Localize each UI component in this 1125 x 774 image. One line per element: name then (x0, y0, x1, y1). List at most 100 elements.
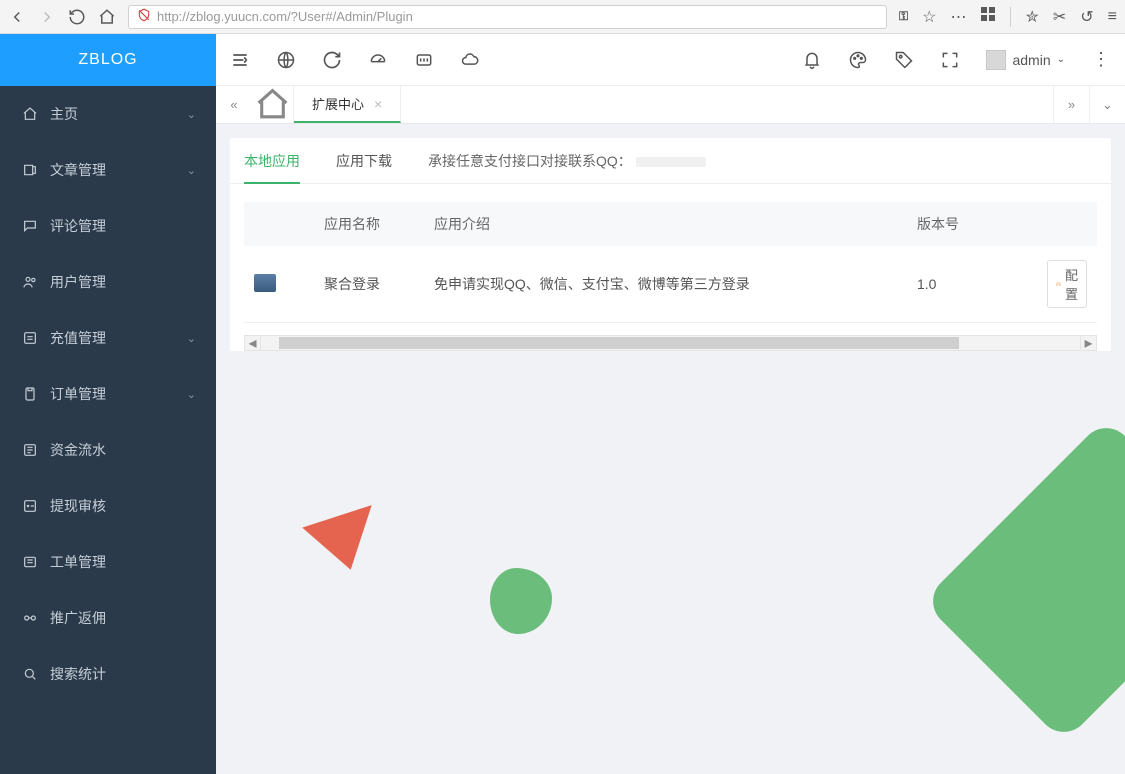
sidebar-item-label: 评论管理 (50, 216, 106, 236)
sidebar-item-2[interactable]: 评论管理 (0, 198, 216, 254)
fullscreen-icon[interactable] (940, 50, 960, 70)
sidebar-item-label: 文章管理 (50, 160, 106, 180)
scrollbar-thumb[interactable] (279, 337, 959, 349)
sidebar-item-8[interactable]: 工单管理 (0, 534, 216, 590)
browser-right-icons: ⚿ ☆ ⋯ ✮ ✂ ↺ ≡ (899, 6, 1117, 27)
sidebar-item-label: 资金流水 (50, 440, 106, 460)
sidebar-item-icon (22, 162, 38, 178)
scroll-left-icon[interactable]: ◂ (245, 336, 261, 350)
sidebar-item-label: 充值管理 (50, 328, 106, 348)
notice-text: 承接任意支付接口对接联系QQ： (428, 151, 706, 171)
sidebar-item-icon (22, 554, 38, 570)
sidebar-item-7[interactable]: 提现审核 (0, 478, 216, 534)
chevron-down-icon: ⌄ (1057, 54, 1065, 65)
sidebar-item-label: 搜索统计 (50, 664, 106, 684)
inner-tab-download[interactable]: 应用下载 (336, 138, 392, 183)
tabs-scroll-left[interactable]: « (216, 86, 252, 123)
home-icon[interactable] (98, 8, 116, 26)
sidebar-item-0[interactable]: 主页⌄ (0, 86, 216, 142)
sidebar-item-icon (22, 386, 38, 402)
cell-desc: 免申请实现QQ、微信、支付宝、微博等第三方登录 (424, 246, 907, 323)
sidebar-item-icon (22, 218, 38, 234)
th-name: 应用名称 (314, 202, 424, 246)
palette-icon[interactable] (848, 50, 868, 70)
user-name: admin (1012, 52, 1050, 68)
horizontal-scrollbar[interactable]: ◂ ▸ (244, 335, 1097, 351)
scissors-icon[interactable]: ✂ (1053, 7, 1066, 27)
forward-icon (38, 8, 56, 26)
sidebar-item-5[interactable]: 订单管理 ⌄ (0, 366, 216, 422)
sidebar-item-label: 提现审核 (50, 496, 106, 516)
inner-tabs: 本地应用 应用下载 承接任意支付接口对接联系QQ： (230, 138, 1111, 184)
bookmark-icon[interactable]: ✮ (1025, 7, 1038, 27)
tabs-dropdown[interactable]: ⌄ (1089, 86, 1125, 123)
scroll-right-icon[interactable]: ▸ (1080, 336, 1096, 350)
card: 本地应用 应用下载 承接任意支付接口对接联系QQ： 应用名称 应用介绍 (230, 138, 1111, 351)
plugin-table: 应用名称 应用介绍 版本号 聚合登录免申请实现QQ、微信、支付宝、微博等第三方登… (244, 202, 1097, 323)
close-icon[interactable]: × (374, 96, 382, 112)
sidebar-item-9[interactable]: 推广返佣 (0, 590, 216, 646)
key-icon[interactable]: ⚿ (899, 9, 908, 24)
tag-icon[interactable] (894, 50, 914, 70)
sidebar-item-label: 订单管理 (50, 384, 106, 404)
reload-icon[interactable] (68, 8, 86, 26)
bell-icon[interactable] (802, 50, 822, 70)
chevron-down-icon: ⌄ (187, 388, 196, 401)
sidebar-item-6[interactable]: 资金流水 (0, 422, 216, 478)
sidebar-item-icon (22, 498, 38, 514)
sidebar-item-10[interactable]: 搜索统计 (0, 646, 216, 702)
table-row: 聚合登录免申请实现QQ、微信、支付宝、微博等第三方登录1.0配置 (244, 246, 1097, 323)
th-desc: 应用介绍 (424, 202, 907, 246)
star-icon[interactable]: ☆ (922, 7, 936, 27)
tabs-scroll-right[interactable]: » (1053, 86, 1089, 123)
th-ver: 版本号 (907, 202, 1037, 246)
apps-icon[interactable] (980, 6, 996, 27)
sidebar: ZBLOG 主页⌄ 文章管理 ⌄ 评论管理用户管理充值管理 ⌄ 订单管理 ⌄ 资金流水提现审核… (0, 34, 216, 774)
undo-icon[interactable]: ↺ (1080, 7, 1093, 27)
back-icon[interactable] (8, 8, 26, 26)
refresh-icon[interactable] (322, 50, 342, 70)
keyboard-icon[interactable] (414, 50, 434, 70)
chevron-down-icon: ⌄ (187, 164, 196, 177)
sidebar-item-label: 用户管理 (50, 272, 106, 292)
tabs-bar: « 扩展中心 × » ⌄ (216, 86, 1125, 124)
browser-toolbar: http://zblog.yuucn.com/?User#/Admin/Plug… (0, 0, 1125, 34)
sidebar-item-icon (22, 610, 38, 626)
sidebar-item-label: 推广返佣 (50, 608, 106, 628)
sidebar-item-1[interactable]: 文章管理 ⌄ (0, 142, 216, 198)
cell-name: 聚合登录 (314, 246, 424, 323)
collapse-icon[interactable] (230, 50, 250, 70)
kebab-icon[interactable]: ⋮ (1091, 50, 1111, 70)
more-icon[interactable]: ⋯ (950, 7, 966, 27)
inner-tab-local[interactable]: 本地应用 (244, 138, 300, 183)
tab-extensions[interactable]: 扩展中心 × (294, 86, 401, 123)
sidebar-item-icon (22, 442, 38, 458)
sidebar-item-icon (22, 106, 38, 122)
user-menu[interactable]: admin ⌄ (986, 50, 1065, 70)
avatar (986, 50, 1006, 70)
url-text: http://zblog.yuucn.com/?User#/Admin/Plug… (157, 9, 413, 24)
sidebar-item-label: 工单管理 (50, 552, 106, 572)
sidebar-item-3[interactable]: 用户管理 (0, 254, 216, 310)
masked-value (636, 157, 706, 167)
tab-home[interactable] (252, 86, 294, 123)
globe-icon[interactable] (276, 50, 296, 70)
app-icon (254, 274, 276, 292)
brand-logo[interactable]: ZBLOG (0, 34, 216, 86)
shield-off-icon (137, 8, 151, 25)
sidebar-item-icon (22, 666, 38, 682)
cloud-icon[interactable] (460, 50, 480, 70)
url-bar[interactable]: http://zblog.yuucn.com/?User#/Admin/Plug… (128, 5, 887, 29)
notice-label: 承接任意支付接口对接联系QQ： (428, 153, 632, 169)
chevron-down-icon: ⌄ (187, 332, 196, 345)
chevron-down-icon: ⌄ (187, 108, 196, 121)
divider (1010, 7, 1011, 27)
sidebar-menu: 主页⌄ 文章管理 ⌄ 评论管理用户管理充值管理 ⌄ 订单管理 ⌄ 资金流水提现审核工单管理推广… (0, 86, 216, 774)
sidebar-item-4[interactable]: 充值管理 ⌄ (0, 310, 216, 366)
tab-label: 扩展中心 (312, 94, 364, 113)
menu-icon[interactable]: ≡ (1108, 8, 1117, 26)
configure-button[interactable]: 配置 (1047, 260, 1087, 308)
sidebar-item-icon (22, 330, 38, 346)
sidebar-item-icon (22, 274, 38, 290)
dashboard-icon[interactable] (368, 50, 388, 70)
